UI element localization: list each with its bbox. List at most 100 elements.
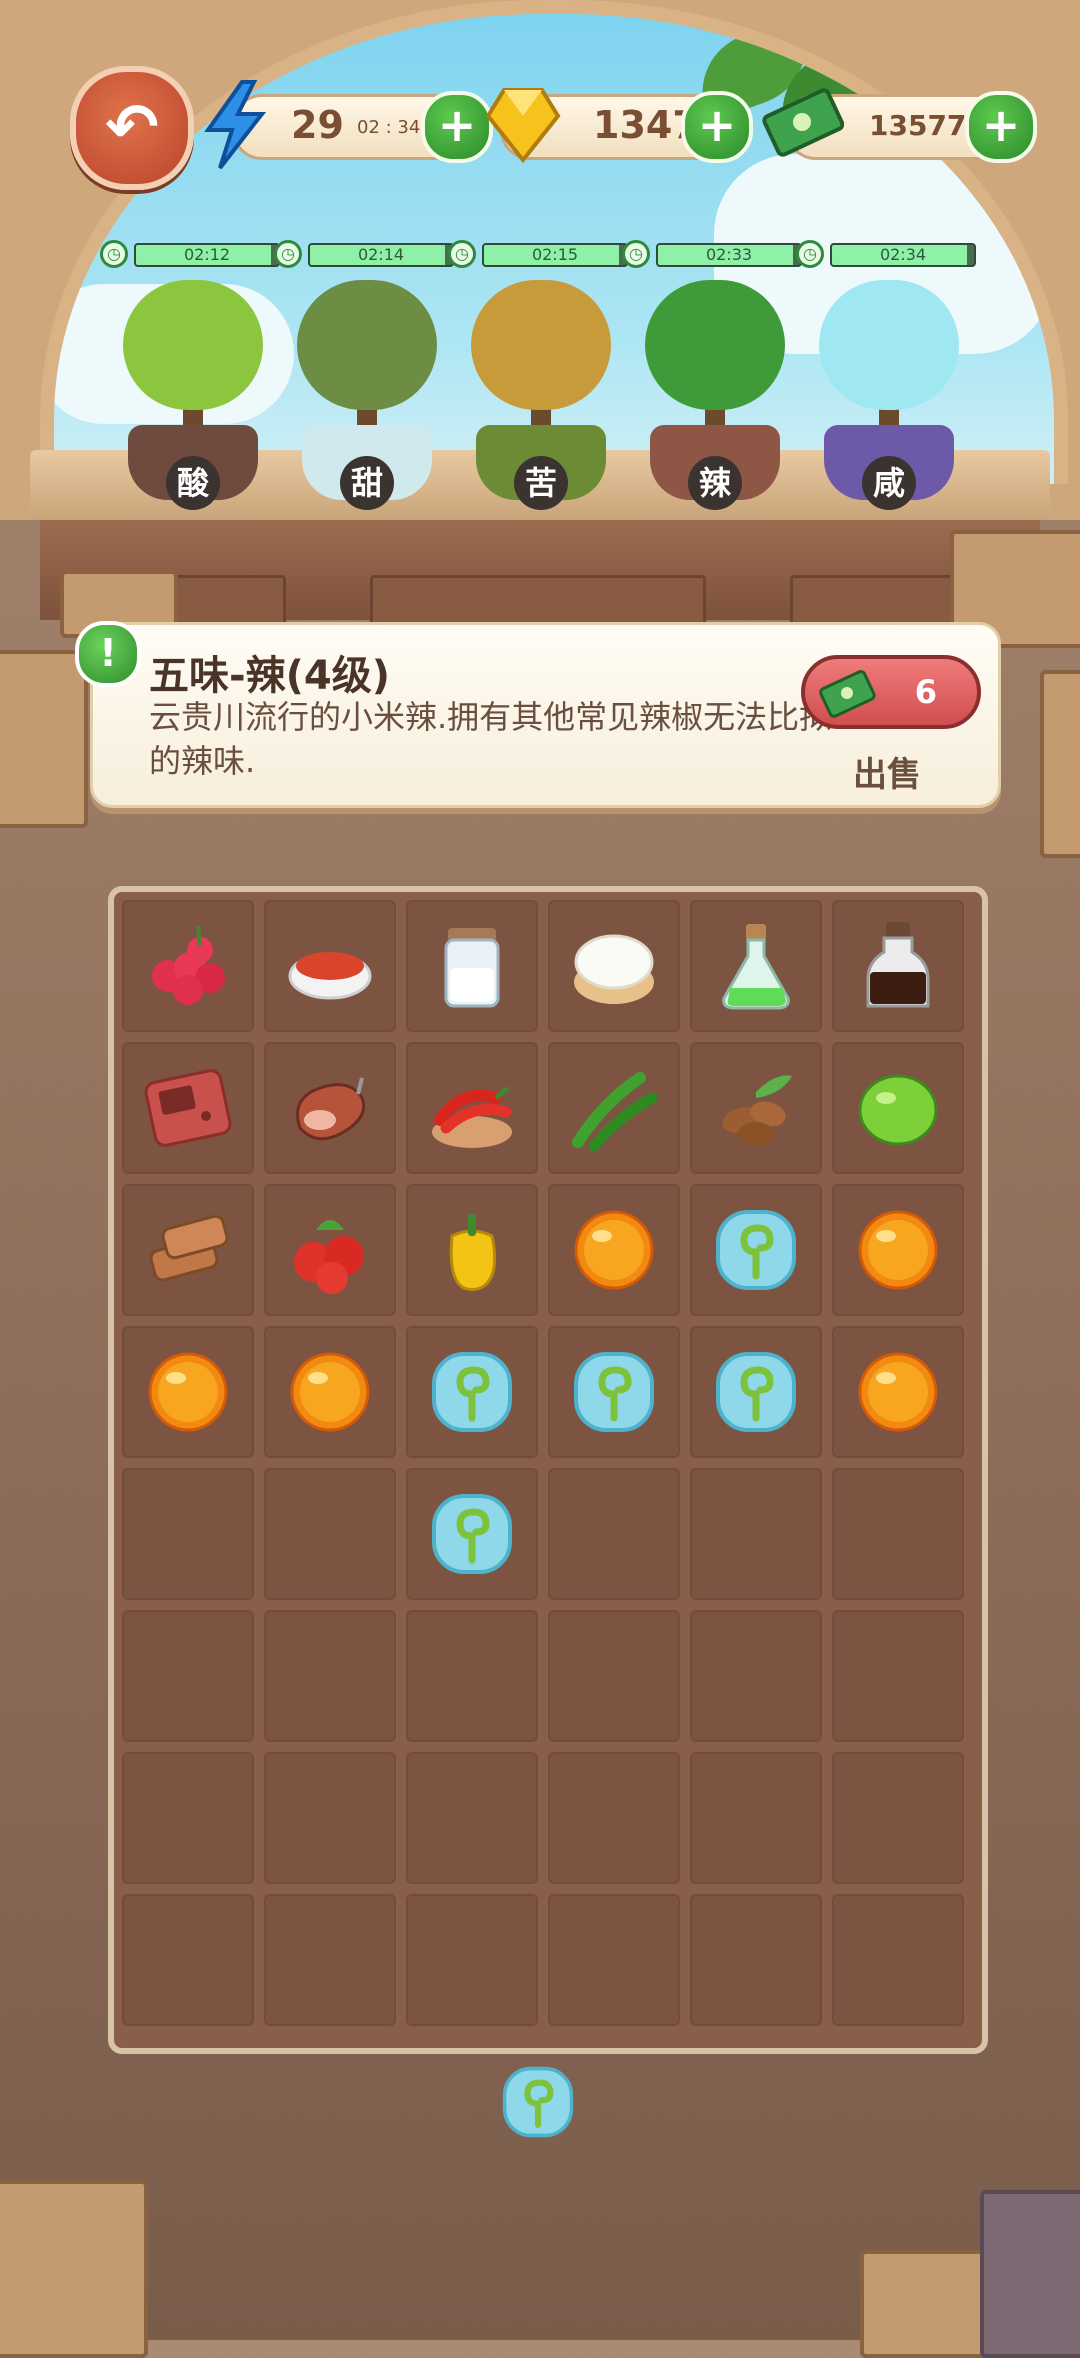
grid-cell[interactable] — [122, 1326, 254, 1458]
add-energy-button[interactable]: + — [421, 91, 493, 163]
plant-label: 甜 — [340, 456, 394, 510]
clock-icon: ◷ — [100, 240, 128, 268]
flavor-plant[interactable]: 苦 — [456, 280, 626, 510]
grid-cell[interactable] — [406, 1610, 538, 1742]
grid-cell[interactable] — [548, 1894, 680, 2026]
grid-cell[interactable] — [264, 1042, 396, 1174]
grid-cell[interactable] — [264, 1326, 396, 1458]
game-console-icon[interactable] — [138, 1058, 238, 1158]
plant-label: 酸 — [166, 456, 220, 510]
grid-cell[interactable] — [122, 1184, 254, 1316]
plant-timer: ◷ 02:34 — [796, 240, 986, 270]
flavor-plant[interactable]: 咸 — [804, 280, 974, 510]
grid-cell[interactable] — [122, 900, 254, 1032]
flavor-plant[interactable]: 辣 — [630, 280, 800, 510]
grid-cell[interactable] — [548, 1610, 680, 1742]
green-potion-icon[interactable] — [706, 916, 806, 1016]
plant-label: 咸 — [862, 456, 916, 510]
lime-icon[interactable] — [848, 1058, 948, 1158]
grid-cell[interactable] — [832, 1610, 964, 1742]
timer-text: 02:12 — [183, 245, 231, 264]
grid-cell[interactable] — [406, 900, 538, 1032]
timer-text: 02:33 — [705, 245, 753, 264]
flavor-plant[interactable]: 甜 — [282, 280, 452, 510]
grid-cell[interactable] — [406, 1752, 538, 1884]
grid-cell[interactable] — [548, 1042, 680, 1174]
orange-orb-icon[interactable] — [564, 1200, 664, 1300]
grid-cell[interactable] — [548, 900, 680, 1032]
yellow-pepper-icon[interactable] — [422, 1200, 522, 1300]
spiral-bubble-icon[interactable] — [494, 2058, 582, 2146]
orange-orb-icon[interactable] — [848, 1200, 948, 1300]
spiral-bubble-icon[interactable] — [706, 1342, 806, 1442]
grid-cell[interactable] — [832, 1184, 964, 1316]
add-cash-button[interactable]: + — [965, 91, 1037, 163]
grid-cell[interactable] — [832, 900, 964, 1032]
spiral-bubble-icon[interactable] — [706, 1200, 806, 1300]
grid-cell[interactable] — [264, 1184, 396, 1316]
item-description: 云贵川流行的小米辣.拥有其他常见辣椒无法比拟的辣味. — [149, 698, 832, 780]
salt-jar-icon[interactable] — [422, 916, 522, 1016]
plant-timer: ◷ 02:12 — [100, 240, 290, 270]
grid-cell[interactable] — [548, 1184, 680, 1316]
grid-cell[interactable] — [690, 1468, 822, 1600]
grid-cell[interactable] — [406, 1894, 538, 2026]
grid-cell[interactable] — [122, 1752, 254, 1884]
grid-cell[interactable] — [548, 1468, 680, 1600]
crate — [980, 2190, 1080, 2358]
grid-cell[interactable] — [122, 1610, 254, 1742]
grid-cell[interactable] — [122, 1042, 254, 1174]
grid-cell[interactable] — [122, 1468, 254, 1600]
spiral-bubble-icon[interactable] — [422, 1342, 522, 1442]
cream-puff-icon[interactable] — [564, 916, 664, 1016]
grid-cell[interactable] — [690, 1894, 822, 2026]
grid-cell[interactable] — [264, 1752, 396, 1884]
grid-cell[interactable] — [690, 1610, 822, 1742]
sell-label: 出售 — [853, 755, 921, 795]
coffee-beans-icon[interactable] — [706, 1058, 806, 1158]
orange-orb-icon[interactable] — [848, 1342, 948, 1442]
grid-cell[interactable] — [832, 1468, 964, 1600]
grid-cell[interactable] — [832, 1326, 964, 1458]
grid-cell[interactable] — [264, 1894, 396, 2026]
timer-progress-bar: 02:12 — [134, 243, 280, 267]
grid-cell[interactable] — [690, 1752, 822, 1884]
grid-cell[interactable] — [690, 1042, 822, 1174]
toast-icon[interactable] — [138, 1200, 238, 1300]
grid-cell[interactable] — [548, 1326, 680, 1458]
grid-cell[interactable] — [264, 900, 396, 1032]
green-peppers-icon[interactable] — [564, 1058, 664, 1158]
orange-orb-icon[interactable] — [280, 1342, 380, 1442]
timer-text: 02:14 — [357, 245, 405, 264]
add-gems-button[interactable]: + — [681, 91, 753, 163]
grid-cell[interactable] — [690, 1326, 822, 1458]
grid-cell[interactable] — [264, 1468, 396, 1600]
clock-icon: ◷ — [274, 240, 302, 268]
ham-icon[interactable] — [280, 1058, 380, 1158]
grid-cell[interactable] — [406, 1042, 538, 1174]
red-chilies-icon[interactable] — [422, 1058, 522, 1158]
grid-cell[interactable] — [406, 1326, 538, 1458]
grid-cell[interactable] — [832, 1752, 964, 1884]
grid-cell[interactable] — [832, 1894, 964, 2026]
grid-cell[interactable] — [548, 1752, 680, 1884]
grid-cell[interactable] — [406, 1468, 538, 1600]
spiral-bubble-icon[interactable] — [422, 1484, 522, 1584]
info-alert-icon: ! — [75, 621, 141, 687]
clock-icon: ◷ — [796, 240, 824, 268]
flavor-plant[interactable]: 酸 — [108, 280, 278, 510]
grid-cell[interactable] — [406, 1184, 538, 1316]
back-button[interactable]: ↶ — [70, 66, 194, 190]
grid-cell[interactable] — [690, 900, 822, 1032]
chili-powder-icon[interactable] — [280, 916, 380, 1016]
grid-cell[interactable] — [122, 1894, 254, 2026]
grid-cell[interactable] — [832, 1042, 964, 1174]
soy-sauce-icon[interactable] — [848, 916, 948, 1016]
grid-cell[interactable] — [690, 1184, 822, 1316]
orange-orb-icon[interactable] — [138, 1342, 238, 1442]
hawthorn-icon[interactable] — [280, 1200, 380, 1300]
lychee-icon[interactable] — [138, 916, 238, 1016]
spiral-bubble-icon[interactable] — [564, 1342, 664, 1442]
sell-button[interactable]: 6 — [801, 655, 981, 729]
grid-cell[interactable] — [264, 1610, 396, 1742]
